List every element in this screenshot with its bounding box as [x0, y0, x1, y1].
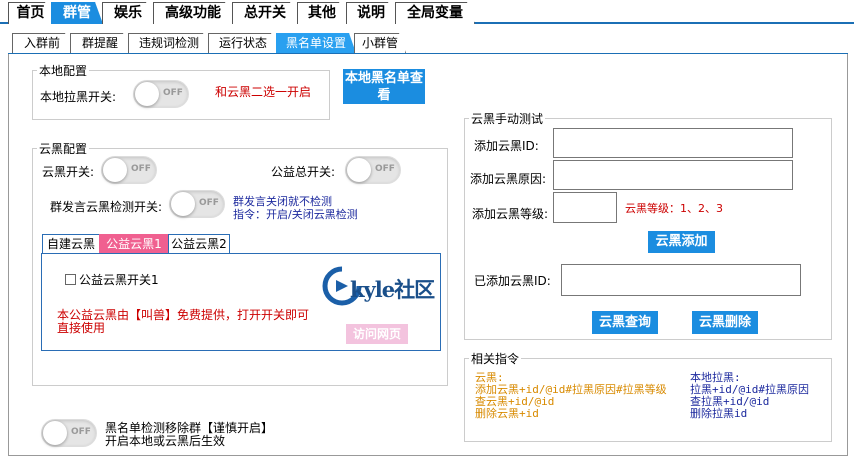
cloud-query-button[interactable]: 云黑查询	[592, 311, 658, 334]
sub-tab-small-group[interactable]: 小群管	[354, 33, 406, 53]
public-total-label: 公益总开关:	[271, 165, 336, 179]
top-tab-global-vars[interactable]: 全局变量	[395, 2, 475, 24]
toggle-knob	[43, 421, 67, 445]
manual-test-legend: 云黑手动测试	[471, 112, 544, 126]
local-command-line: 删除拉黑id	[690, 407, 748, 420]
top-tab-help[interactable]: 说明	[346, 2, 396, 24]
cloud-switch-toggle[interactable]: OFF	[101, 156, 157, 184]
checkbox[interactable]	[65, 274, 76, 285]
toggle-off-text: OFF	[71, 427, 91, 437]
speak-detect-toggle[interactable]: OFF	[169, 190, 225, 218]
cloud-add-button[interactable]: 云黑添加	[648, 231, 715, 253]
sub-tab-reminder[interactable]: 群提醒	[70, 33, 130, 53]
cloud-delete-button[interactable]: 云黑删除	[692, 311, 758, 334]
toggle-knob	[135, 82, 159, 106]
speak-detect-label: 群发言云黑检测开关:	[50, 200, 163, 214]
public1-desc: 本公益云黑由【叫兽】免费提供，打开开关即可直接使用	[57, 308, 310, 335]
local-pull-toggle[interactable]: OFF	[133, 80, 189, 108]
sub-tab-blacklist[interactable]: 黑名单设置	[276, 33, 356, 53]
remove-group-toggle[interactable]: OFF	[41, 419, 97, 447]
inner-tabs: 自建云黑 公益云黑1 公益云黑2	[42, 234, 442, 254]
add-reason-input[interactable]	[553, 160, 793, 190]
local-pull-label: 本地拉黑开关:	[40, 90, 117, 104]
added-id-input[interactable]	[561, 264, 801, 296]
add-id-label: 添加云黑ID:	[474, 139, 539, 153]
toggle-knob	[103, 158, 127, 182]
add-reason-label: 添加云黑原因:	[470, 172, 547, 186]
local-config-legend: 本地配置	[39, 64, 88, 78]
toggle-knob	[171, 192, 195, 216]
add-level-input[interactable]	[553, 192, 617, 223]
top-tab-group-manage[interactable]: 群管	[51, 2, 103, 24]
commands-legend: 相关指令	[471, 352, 520, 366]
level-hint: 云黑等级：1、2、3	[625, 202, 723, 215]
speak-note-2: 指令：开启/关闭云黑检测	[233, 208, 358, 221]
public1-checkbox-label: 公益云黑开关1	[79, 273, 159, 287]
cloud-command-line: 删除云黑+id	[475, 407, 539, 420]
inner-tab-public-1[interactable]: 公益云黑1	[99, 234, 169, 254]
local-commands: 本地拉黑: 拉黑+id/@id#拉黑原因 查拉黑+id/@id 删除拉黑id	[690, 372, 809, 420]
top-tab-master-switch[interactable]: 总开关	[232, 2, 298, 24]
visit-web-button[interactable]: 访问网页	[346, 324, 408, 344]
add-id-input[interactable]	[553, 128, 793, 158]
toggle-off-text: OFF	[163, 88, 183, 98]
sub-tab-status[interactable]: 运行状态	[208, 33, 278, 53]
top-tab-advanced[interactable]: 高级功能	[153, 2, 233, 24]
remove-group-line2: 开启本地或云黑后生效	[105, 434, 226, 448]
toggle-knob	[347, 158, 371, 182]
sub-tab-pre-join[interactable]: 入群前	[12, 33, 72, 53]
add-level-label: 添加云黑等级:	[472, 207, 549, 221]
public-total-toggle[interactable]: OFF	[345, 156, 401, 184]
top-nav: 首页 群管 娱乐 高级功能 总开关 其他 说明 全局变量	[0, 0, 854, 24]
kyle-logo: kyle社区	[322, 262, 435, 310]
top-tab-entertainment[interactable]: 娱乐	[102, 2, 154, 24]
cloud-switch-label: 云黑开关:	[42, 165, 95, 179]
top-tab-other[interactable]: 其他	[297, 2, 347, 24]
local-blacklist-view-button[interactable]: 本地黑名单查看	[343, 69, 425, 104]
public1-checkbox-row[interactable]: 公益云黑开关1	[65, 271, 159, 288]
cloud-commands: 云黑: 添加云黑+id/@id#拉黑原因#拉黑等级 查云黑+id/@id 删除云…	[475, 372, 667, 420]
inner-tab-self-built[interactable]: 自建云黑	[42, 234, 100, 254]
sub-nav: 入群前 群提醒 违规词检测 运行状态 黑名单设置 小群管	[8, 33, 848, 54]
toggle-off-text: OFF	[131, 164, 151, 174]
inner-tab-public-2[interactable]: 公益云黑2	[168, 234, 230, 254]
added-id-label: 已添加云黑ID:	[474, 274, 551, 288]
toggle-off-text: OFF	[199, 198, 219, 208]
cloud-config-legend: 云黑配置	[39, 142, 88, 156]
top-tab-home[interactable]: 首页	[8, 2, 53, 24]
kyle-logo-text: kyle社区	[350, 277, 435, 302]
toggle-off-text: OFF	[375, 164, 395, 174]
sub-tab-banned-words[interactable]: 违规词检测	[128, 33, 210, 53]
local-note: 和云黑二选一开启	[215, 85, 312, 99]
